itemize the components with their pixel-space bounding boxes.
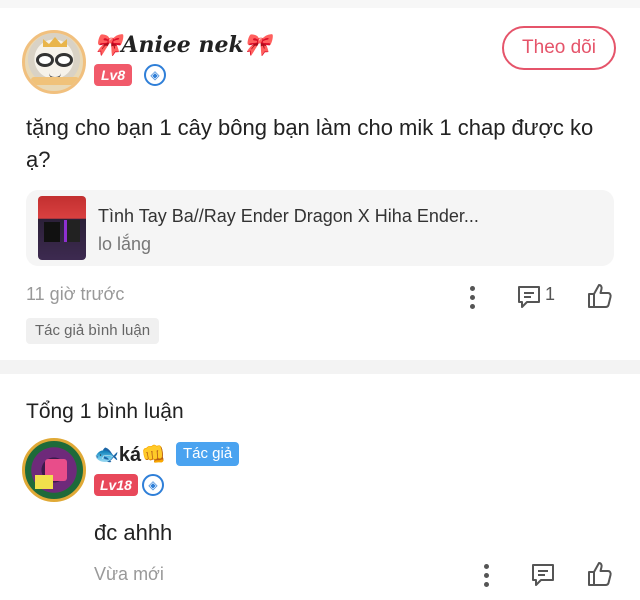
level-badge: Lv8 <box>94 64 133 86</box>
reply-comment-icon[interactable] <box>530 562 556 588</box>
avatar-glasses-left <box>36 53 54 67</box>
story-cover-image <box>38 196 86 260</box>
story-subtitle: lo lắng <box>98 234 152 254</box>
comment-icon[interactable] <box>516 284 542 310</box>
commenter-avatar[interactable] <box>22 438 86 502</box>
author-badge: Tác giả <box>176 442 240 466</box>
post-author-avatar[interactable] <box>22 30 86 94</box>
post-body-text: tặng cho bạn 1 cây bông bạn làm cho mik … <box>26 115 594 172</box>
cover-figure-right <box>64 220 80 242</box>
cover-figure-left <box>44 222 60 242</box>
more-vertical-icon[interactable] <box>470 286 476 310</box>
avatar-frame-ribbon <box>31 77 79 85</box>
story-title: Tình Tay Ba//Ray Ender Dragon X Hiha End… <box>98 206 479 226</box>
comment-timestamp: Vừa mới <box>94 564 164 584</box>
post-author-name[interactable]: 🎀Aniee nek🎀 <box>94 32 271 58</box>
verified-shield-icon: ◈ <box>144 64 166 86</box>
section-divider <box>0 360 640 374</box>
comment-count: 1 <box>545 284 556 304</box>
post-card: 🎀Aniee nek🎀 Lv8 ◈ Theo dõi tặng cho bạn … <box>0 8 640 360</box>
comments-count-heading: Tổng 1 bình luận <box>26 400 184 423</box>
post-timestamp: 11 giờ trước <box>26 284 125 304</box>
more-vertical-icon[interactable] <box>484 564 490 588</box>
avatar-glasses-right <box>55 53 73 67</box>
verified-shield-icon: ◈ <box>142 474 164 496</box>
top-divider <box>0 0 640 8</box>
comment-text: đc ahhh <box>94 520 173 545</box>
level-badge: Lv18 <box>94 474 138 496</box>
linked-story-card[interactable]: Tình Tay Ba//Ray Ender Dragon X Hiha End… <box>26 190 614 266</box>
thumbs-up-icon[interactable] <box>586 282 614 310</box>
commenter-name[interactable]: 🐟ká👊 <box>94 442 166 467</box>
author-comment-tag: Tác giả bình luận <box>26 318 160 344</box>
avatar-crown-decoration <box>43 37 67 47</box>
avatar-block <box>35 475 53 489</box>
thumbs-up-icon[interactable] <box>586 560 614 588</box>
follow-button[interactable]: Theo dõi <box>502 26 616 70</box>
